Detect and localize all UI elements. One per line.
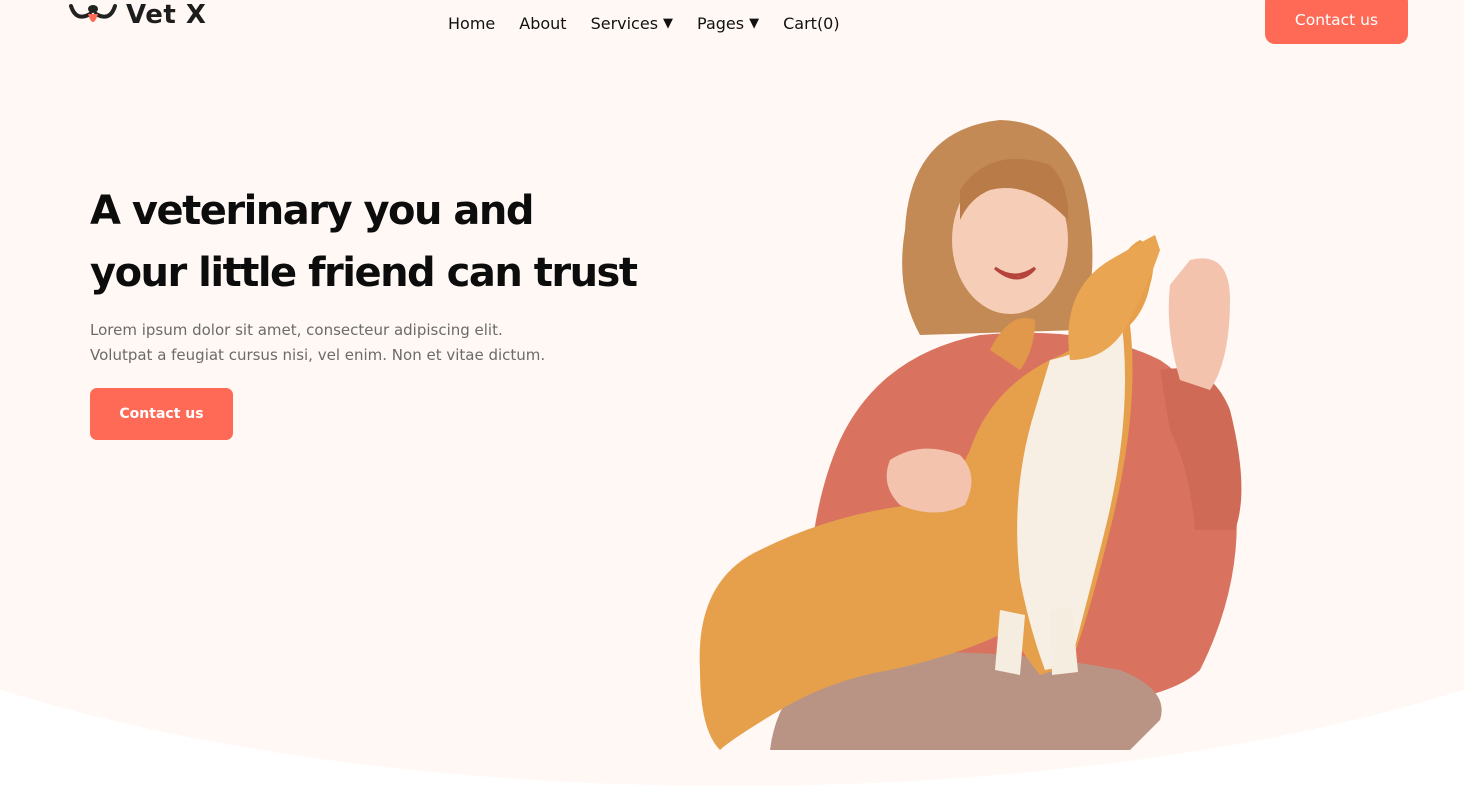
hero-title-line: your little friend can trust <box>90 250 638 296</box>
nav-label: Cart(0) <box>783 14 840 33</box>
nav-item-pages[interactable]: Pages ▼ <box>697 14 759 33</box>
nav-label: About <box>519 14 567 33</box>
nav-label: Pages <box>697 14 745 33</box>
hero-subtitle-line: Lorem ipsum dolor sit amet, consecteur a… <box>90 321 503 339</box>
hero-contact-button[interactable]: Contact us <box>90 388 233 440</box>
main-nav: Home About Services ▼ Pages ▼ Cart(0) <box>448 14 864 33</box>
hero-title-line: A veterinary you and <box>90 188 535 234</box>
page: Vet X Home About Services ▼ Pages ▼ Cart… <box>0 0 1464 786</box>
caret-down-icon: ▼ <box>663 16 674 31</box>
nav-item-home[interactable]: Home <box>448 14 495 33</box>
brand-name: Vet X <box>126 0 207 30</box>
dog-face-icon <box>69 4 117 22</box>
woman-with-corgi-photo <box>699 120 1242 750</box>
nav-item-about[interactable]: About <box>519 14 566 33</box>
nav-item-services[interactable]: Services ▼ <box>591 14 673 33</box>
caret-down-icon: ▼ <box>749 16 760 31</box>
nav-label: Home <box>448 14 496 33</box>
hero-title: A veterinary you and your little friend … <box>90 180 710 304</box>
hero-subtitle: Lorem ipsum dolor sit amet, consecteur a… <box>90 318 650 368</box>
header-contact-button[interactable]: Contact us <box>1265 0 1408 44</box>
nav-item-cart[interactable]: Cart(0) <box>783 14 840 33</box>
brand-logo[interactable]: Vet X <box>68 0 206 30</box>
nav-label: Services <box>590 14 659 33</box>
hero-subtitle-line: Volutpat a feugiat cursus nisi, vel enim… <box>90 346 546 364</box>
